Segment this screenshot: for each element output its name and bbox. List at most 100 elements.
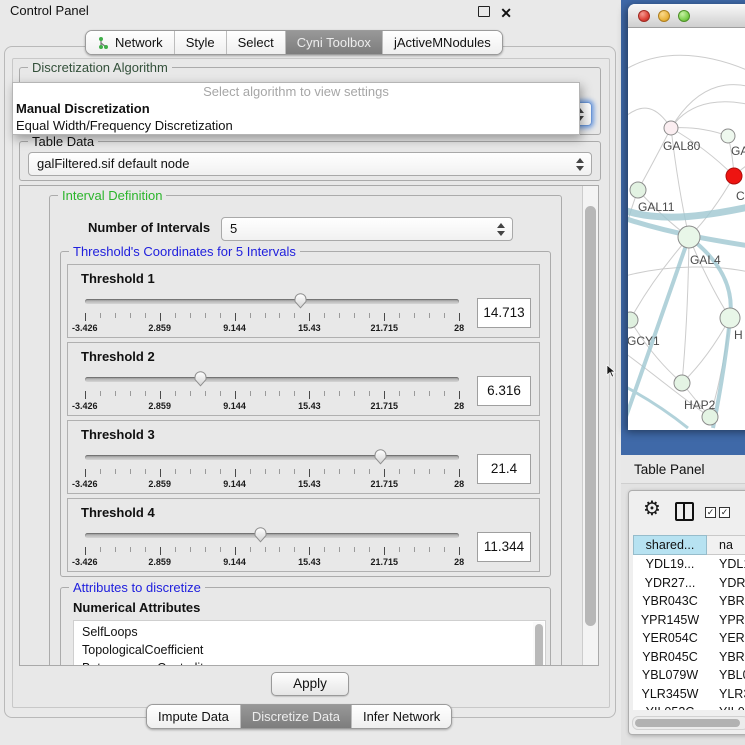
cell-name[interactable]: YER0 <box>707 629 745 648</box>
columns-icon[interactable] <box>675 502 694 521</box>
node-hap2[interactable] <box>674 375 690 391</box>
cell-shared-name[interactable]: YBR045C <box>633 648 707 667</box>
cell-shared-name[interactable]: YER054C <box>633 629 707 648</box>
attribute-list-item[interactable]: TopologicalCoefficient <box>74 641 545 659</box>
cell-name[interactable]: YIL0 <box>707 703 745 710</box>
table-data-select[interactable]: galFiltered.sif default node <box>28 152 592 176</box>
table-row[interactable]: YDR27...YDR2 <box>633 574 745 593</box>
table-hscrollbar-thumb[interactable] <box>635 719 740 727</box>
settings-scrollbar[interactable] <box>582 186 598 665</box>
cell-name[interactable]: YBR0 <box>707 648 745 667</box>
slider-track[interactable] <box>85 533 459 538</box>
threshold-slider[interactable]: -3.4262.8599.14415.4321.71528 <box>81 370 463 412</box>
node-gal11[interactable] <box>630 182 646 198</box>
slider-track[interactable] <box>85 377 459 382</box>
numerical-attributes-list[interactable]: SelfLoopsTopologicalCoefficientBetweenne… <box>73 620 546 666</box>
cell-shared-name[interactable]: YBR043C <box>633 592 707 611</box>
slider-tick <box>444 391 445 396</box>
network-window-titlebar[interactable] <box>628 4 745 28</box>
table-row[interactable]: YDL19...YDL1 <box>633 555 745 574</box>
threshold-slider[interactable]: -3.4262.8599.14415.4321.71528 <box>81 448 463 490</box>
node-selected-red[interactable] <box>726 168 742 184</box>
node-gal80[interactable] <box>664 121 678 135</box>
table-row[interactable]: YBL079WYBL0 <box>633 666 745 685</box>
cell-shared-name[interactable]: YPR145W <box>633 611 707 630</box>
threshold-value-field[interactable]: 11.344 <box>477 532 531 562</box>
node-label-h: H <box>734 328 743 342</box>
slider-thumb-icon[interactable] <box>293 292 308 309</box>
tab-network[interactable]: Network <box>86 31 174 54</box>
cell-shared-name[interactable]: YDR27... <box>633 574 707 593</box>
slider-tick <box>100 469 101 474</box>
slider-tick <box>414 391 415 396</box>
minimize-traffic-light-icon[interactable] <box>658 10 670 22</box>
tab-style[interactable]: Style <box>174 31 226 54</box>
slider-tick <box>235 313 236 321</box>
close-icon[interactable]: ✕ <box>500 2 512 24</box>
column-header-shared-name[interactable]: shared... <box>633 535 707 555</box>
cell-shared-name[interactable]: YIL052C <box>633 703 707 710</box>
list-scrollbar[interactable] <box>533 622 544 666</box>
node-gal4[interactable] <box>678 226 700 248</box>
table-row[interactable]: YER054CYER0 <box>633 629 745 648</box>
cell-name[interactable]: YBL0 <box>707 666 745 685</box>
table-row[interactable]: YIL052CYIL0 <box>633 703 745 710</box>
cell-shared-name[interactable]: YBL079W <box>633 666 707 685</box>
node-h[interactable] <box>720 308 740 328</box>
table-row[interactable]: YBR043CYBR0 <box>633 592 745 611</box>
cell-shared-name[interactable]: YDL19... <box>633 555 707 574</box>
checkbox-icon[interactable]: ✓ <box>719 507 730 518</box>
cell-name[interactable]: YDL1 <box>707 555 745 574</box>
threshold-label: Threshold 4 <box>81 505 155 520</box>
tab-cyni-toolbox[interactable]: Cyni Toolbox <box>285 31 382 54</box>
checkbox-icon[interactable]: ✓ <box>705 507 716 518</box>
network-canvas[interactable]: GAL80 GA C GAL11 GAL4 GCY1 H HAP2 <box>628 28 745 429</box>
node-top-right[interactable] <box>721 129 735 143</box>
slider-tick <box>444 547 445 552</box>
column-header-name[interactable]: na <box>707 535 745 555</box>
cell-name[interactable]: YBR0 <box>707 592 745 611</box>
tab-discretize-data[interactable]: Discretize Data <box>240 705 351 728</box>
node-gcy1[interactable] <box>628 312 638 328</box>
zoom-traffic-light-icon[interactable] <box>678 10 690 22</box>
slider-tick <box>100 547 101 552</box>
cell-name[interactable]: YDR2 <box>707 574 745 593</box>
gear-icon[interactable]: ⚙ <box>643 499 661 519</box>
attribute-list-item[interactable]: BetweennessCentrality <box>74 659 545 666</box>
threshold-value-field[interactable]: 21.4 <box>477 454 531 484</box>
table-row[interactable]: YBR045CYBR0 <box>633 648 745 667</box>
algorithm-option[interactable]: Manual Discretization <box>13 100 579 117</box>
tab-label: Discretize Data <box>252 709 340 724</box>
attribute-list-item[interactable]: SelfLoops <box>74 623 545 641</box>
slider-thumb-icon[interactable] <box>253 526 268 543</box>
table-hscrollbar[interactable] <box>632 716 745 730</box>
table-row[interactable]: YLR345WYLR3 <box>633 685 745 704</box>
cytoscape-desktop: GAL80 GA C GAL11 GAL4 GCY1 H HAP2 <box>621 0 745 455</box>
close-traffic-light-icon[interactable] <box>638 10 650 22</box>
threshold-value-field[interactable]: 14.713 <box>477 298 531 328</box>
settings-scrollbar-thumb[interactable] <box>585 206 596 626</box>
tab-impute-data[interactable]: Impute Data <box>147 705 240 728</box>
float-window-icon[interactable] <box>478 6 490 17</box>
slider-tick <box>220 547 221 552</box>
tab-infer-network[interactable]: Infer Network <box>351 705 451 728</box>
slider-track[interactable] <box>85 299 459 304</box>
slider-thumb-icon[interactable] <box>373 448 388 465</box>
algorithm-option[interactable]: Equal Width/Frequency Discretization <box>13 117 579 134</box>
network-view-window[interactable]: GAL80 GA C GAL11 GAL4 GCY1 H HAP2 <box>628 4 745 430</box>
slider-tick <box>220 391 221 396</box>
threshold-value-field[interactable]: 6.316 <box>477 376 531 406</box>
cell-name[interactable]: YLR3 <box>707 685 745 704</box>
slider-track[interactable] <box>85 455 459 460</box>
threshold-slider[interactable]: -3.4262.8599.14415.4321.71528 <box>81 292 463 334</box>
tab-jactivemnodules[interactable]: jActiveMNodules <box>382 31 502 54</box>
list-scrollbar-thumb[interactable] <box>535 624 543 666</box>
threshold-slider[interactable]: -3.4262.8599.14415.4321.71528 <box>81 526 463 568</box>
cell-shared-name[interactable]: YLR345W <box>633 685 707 704</box>
table-row[interactable]: YPR145WYPR1 <box>633 611 745 630</box>
slider-thumb-icon[interactable] <box>193 370 208 387</box>
apply-button[interactable]: Apply <box>271 672 349 696</box>
number-of-intervals-select[interactable]: 5 <box>221 217 513 241</box>
cell-name[interactable]: YPR1 <box>707 611 745 630</box>
tab-select[interactable]: Select <box>226 31 285 54</box>
